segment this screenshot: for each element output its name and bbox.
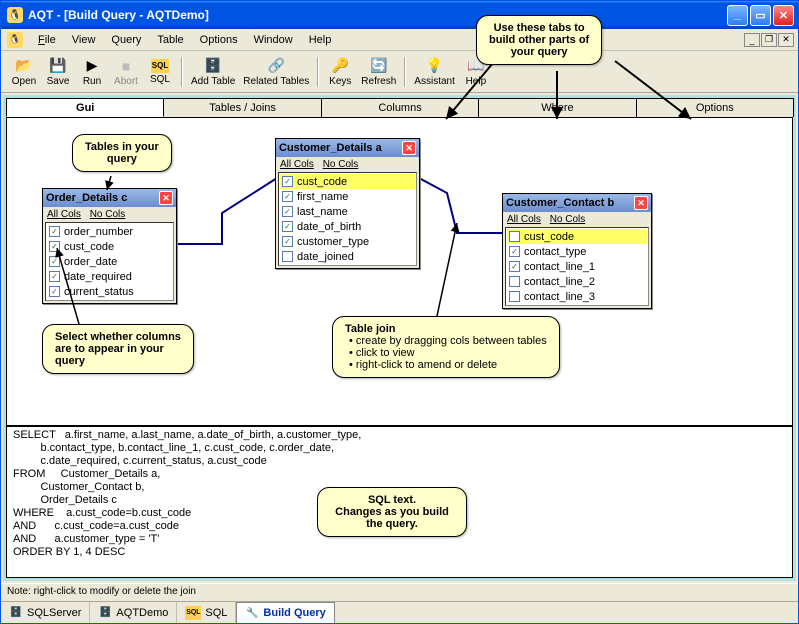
build-query-icon: 🔧 (245, 606, 259, 620)
callout-sql-text: SQL text. Changes as you build the query… (317, 487, 467, 537)
main-window: 🐧 AQT - [Build Query - AQTDemo] _ ▭ ✕ 🐧 … (0, 0, 799, 624)
sql-icon: SQL (185, 606, 201, 620)
callout-select-cols: Select whether columns are to appear in … (42, 324, 194, 374)
tab-sqlserver[interactable]: 🗄️SQLServer (1, 602, 90, 623)
tab-build-query[interactable]: 🔧Build Query (236, 602, 334, 623)
statusbar: Note: right-click to modify or delete th… (1, 583, 798, 601)
callout-use-tabs: Use these tabs to build other parts of y… (476, 15, 602, 65)
tab-sql-bottom[interactable]: SQLSQL (177, 602, 236, 623)
status-text: Note: right-click to modify or delete th… (7, 586, 196, 597)
top-callout-arrows (1, 1, 799, 141)
query-canvas[interactable]: Order_Details c ✕ All Cols No Cols ✓orde… (6, 118, 793, 426)
tab-aqtdemo[interactable]: 🗄️AQTDemo (90, 602, 177, 623)
database-icon: 🗄️ (98, 606, 112, 620)
database-icon: 🗄️ (9, 606, 23, 620)
sql-panel[interactable]: SELECT a.first_name, a.last_name, a.date… (6, 426, 793, 578)
callout-table-join: Table join create by dragging cols betwe… (332, 316, 560, 378)
client-area: Gui Tables / Joins Columns Where Options… (3, 95, 796, 581)
bottom-tabstrip: 🗄️SQLServer 🗄️AQTDemo SQLSQL 🔧Build Quer… (1, 601, 798, 623)
